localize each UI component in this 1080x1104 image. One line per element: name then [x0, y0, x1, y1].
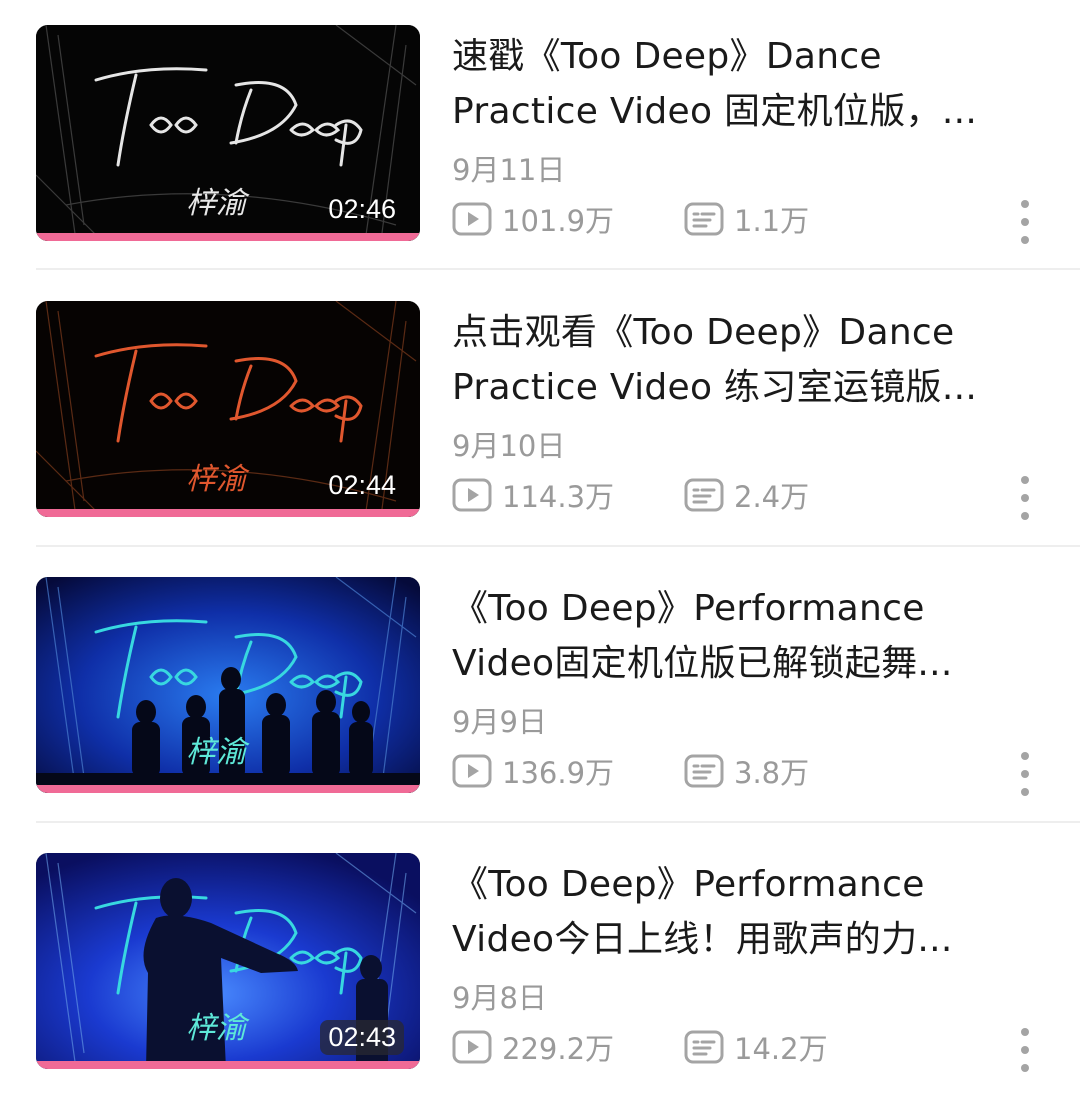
danmaku-icon [684, 754, 724, 788]
video-thumbnail[interactable]: 梓渝 02:46 [36, 25, 420, 241]
video-duration: 02:46 [328, 194, 396, 224]
watch-progress-bar [36, 785, 420, 793]
video-duration: 02:44 [328, 470, 396, 500]
thumbnail-name: 梓渝 [186, 462, 250, 497]
play-count-value: 101.9万 [502, 204, 615, 238]
video-title-line-2: Video固定机位版已解锁起舞... [452, 643, 953, 684]
play-count-value: 136.9万 [502, 756, 615, 790]
video-item[interactable]: 梓渝 02:46 速戳《Too Deep》Dance Practice Vide… [0, 0, 1080, 276]
publish-date: 9月10日 [452, 429, 566, 463]
watch-progress-bar [36, 233, 420, 241]
video-title-line-2: Video今日上线！用歌声的力... [452, 919, 953, 960]
video-title[interactable]: 《Too Deep》Performance Video今日上线！用歌声的力... [452, 857, 1022, 967]
more-vertical-icon[interactable] [1014, 752, 1036, 796]
play-count-value: 229.2万 [502, 1032, 615, 1066]
thumbnail-name: 梓渝 [186, 1011, 250, 1046]
video-title-line-2: Practice Video 固定机位版，... [452, 91, 978, 132]
video-list: 梓渝 02:46 速戳《Too Deep》Dance Practice Vide… [0, 0, 1080, 1097]
video-title[interactable]: 《Too Deep》Performance Video固定机位版已解锁起舞... [452, 581, 1022, 691]
play-count: 229.2万 [452, 1026, 614, 1068]
video-title-line-1: 速戳《Too Deep》Dance [452, 36, 882, 77]
danmaku-icon [684, 478, 724, 512]
video-title-line-1: 《Too Deep》Performance [452, 588, 925, 629]
danmaku-icon [684, 202, 724, 236]
more-vertical-icon[interactable] [1014, 476, 1036, 520]
video-duration: 02:43 [320, 1020, 404, 1055]
video-item[interactable]: 梓渝 02:44 点击观看《Too Deep》Dance Practice Vi… [0, 276, 1080, 552]
danmaku-count: 3.8万 [684, 750, 809, 792]
danmaku-count: 2.4万 [684, 474, 809, 516]
danmaku-icon [684, 1030, 724, 1064]
play-count-icon [452, 202, 492, 236]
play-count-value: 114.3万 [502, 480, 615, 514]
danmaku-count-value: 2.4万 [734, 480, 810, 514]
publish-date: 9月8日 [452, 981, 547, 1015]
thumbnail-name: 梓渝 [186, 735, 250, 770]
danmaku-count-value: 14.2万 [734, 1032, 828, 1066]
video-duration [388, 775, 404, 779]
play-count: 114.3万 [452, 474, 614, 516]
publish-date: 9月11日 [452, 153, 566, 187]
video-title-line-2: Practice Video 练习室运镜版... [452, 367, 978, 408]
video-thumbnail[interactable]: 梓渝 [36, 577, 420, 793]
video-item[interactable]: 梓渝 02:43 《Too Deep》Performance Video今日上线… [0, 828, 1080, 1104]
more-vertical-icon[interactable] [1014, 1028, 1036, 1072]
play-count-icon [452, 478, 492, 512]
play-count-icon [452, 1030, 492, 1064]
list-divider [36, 545, 1080, 547]
danmaku-count-value: 1.1万 [734, 204, 810, 238]
watch-progress-bar [36, 509, 420, 517]
video-item[interactable]: 梓渝 《Too Deep》Performance Video固定机位版已解锁起舞… [0, 552, 1080, 828]
video-title-line-1: 点击观看《Too Deep》Dance [452, 312, 955, 353]
list-divider [36, 268, 1080, 270]
video-thumbnail[interactable]: 梓渝 02:44 [36, 301, 420, 517]
list-divider [36, 821, 1080, 823]
video-title[interactable]: 速戳《Too Deep》Dance Practice Video 固定机位版，.… [452, 29, 1022, 139]
play-count: 101.9万 [452, 198, 614, 240]
publish-date: 9月9日 [452, 705, 547, 739]
watch-progress-bar [36, 1061, 420, 1069]
danmaku-count: 14.2万 [684, 1026, 828, 1068]
play-count-icon [452, 754, 492, 788]
video-title[interactable]: 点击观看《Too Deep》Dance Practice Video 练习室运镜… [452, 305, 1022, 415]
thumbnail-name: 梓渝 [186, 186, 250, 221]
thumbnail-artwork: 梓渝 [36, 577, 420, 793]
danmaku-count-value: 3.8万 [734, 756, 810, 790]
play-count: 136.9万 [452, 750, 614, 792]
danmaku-count: 1.1万 [684, 198, 809, 240]
video-title-line-1: 《Too Deep》Performance [452, 864, 925, 905]
more-vertical-icon[interactable] [1014, 200, 1036, 244]
video-thumbnail[interactable]: 梓渝 02:43 [36, 853, 420, 1069]
